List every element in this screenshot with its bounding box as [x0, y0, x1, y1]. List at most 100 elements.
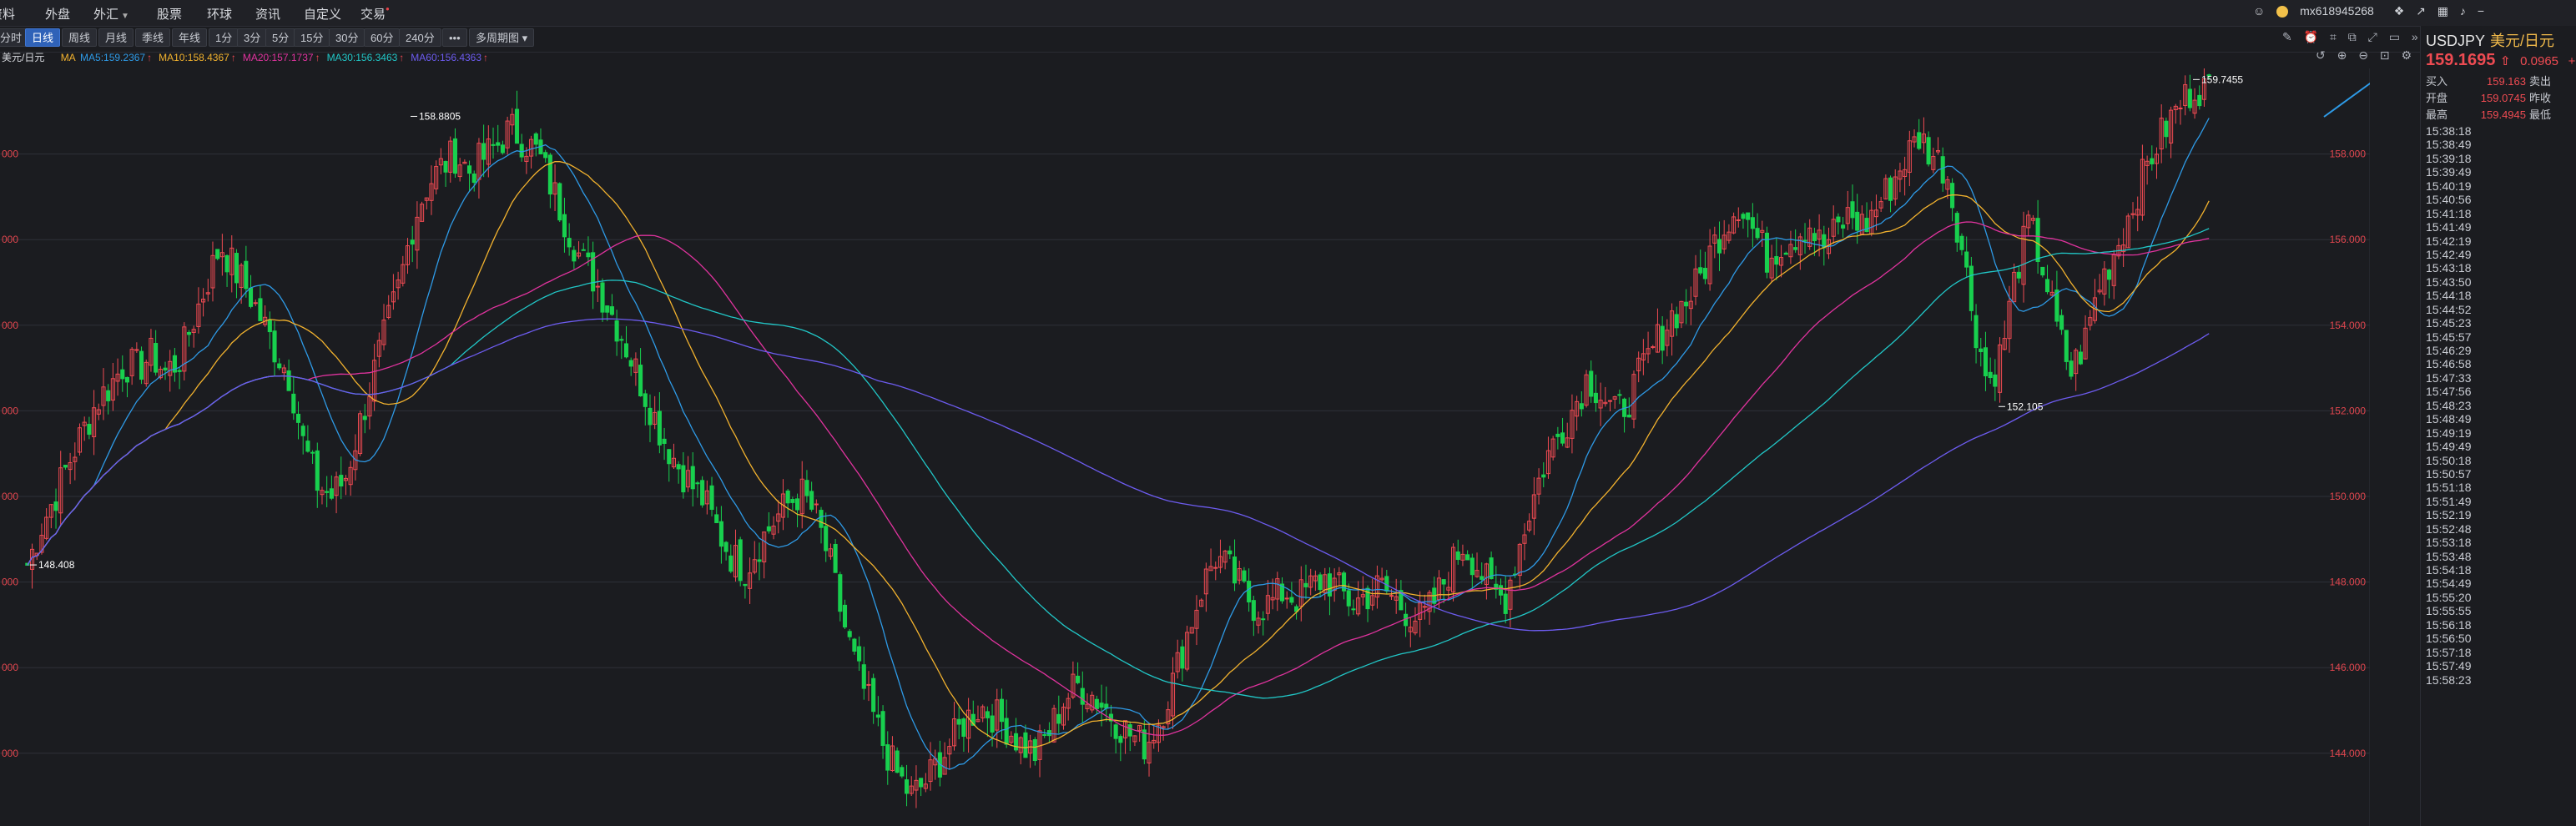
candle-body	[1004, 718, 1009, 745]
timeframe-button[interactable]: 季线	[135, 28, 171, 47]
timeframe-toolbar: 分时 日线 周线 月线 季线 年线 1分 3分 5分 15分 30分 60分 240分 ••• 多周期图 ▾	[0, 26, 2420, 53]
stats-icon[interactable]: ▦	[2437, 4, 2448, 18]
undo-icon[interactable]: ↺	[2316, 48, 2326, 62]
menu-item[interactable]: 环球	[207, 5, 232, 23]
timeframe-button[interactable]: 月线	[98, 28, 134, 47]
candle-body	[1959, 235, 1964, 250]
tick-time: 15:39:18	[2426, 151, 2472, 165]
candle-body	[2044, 279, 2050, 293]
timeframe-button[interactable]: 240分	[399, 28, 441, 47]
candle-body	[999, 698, 1005, 723]
tick-time: 15:57:18	[2426, 645, 2472, 659]
robot-icon[interactable]: ☺	[2253, 4, 2265, 18]
alarm-icon[interactable]: ⏰	[2304, 30, 2318, 43]
candle-body	[1351, 608, 1356, 611]
pencil-icon[interactable]: ✎	[2282, 30, 2292, 43]
timeframe-button[interactable]: 5分	[265, 28, 296, 47]
menu-item[interactable]: 股票	[157, 5, 182, 23]
copy-icon[interactable]: ⧉	[2348, 30, 2357, 43]
chevron-right-icon[interactable]: »	[2412, 30, 2418, 43]
ma60-line	[27, 318, 2210, 632]
candle-body	[258, 298, 263, 321]
candle-body	[1127, 724, 1132, 737]
settings-icon[interactable]: ⚙	[2402, 48, 2412, 62]
candle-body	[667, 449, 672, 465]
candle-body	[1954, 213, 1959, 243]
camera-icon[interactable]: ⌗	[2330, 30, 2337, 43]
menu-item-label: 环球	[207, 8, 233, 22]
lock-icon[interactable]: ⊡	[2380, 48, 2390, 62]
tick-time: 15:48:49	[2426, 412, 2472, 426]
candle-body	[961, 718, 966, 738]
more-button[interactable]: •••	[442, 28, 467, 47]
menu-item[interactable]: 资料	[0, 5, 15, 23]
timeframe-button[interactable]: 分时	[0, 28, 29, 47]
candle-body	[1232, 557, 1238, 584]
candle-body	[277, 363, 282, 369]
candle-body	[1465, 554, 1470, 561]
candle-body	[1750, 217, 1755, 229]
window-icon[interactable]: ▭	[2389, 30, 2400, 43]
candle-body	[819, 510, 824, 528]
candle-body	[1113, 724, 1118, 739]
candle-body	[2178, 108, 2183, 110]
timeframe-button[interactable]: 1分	[209, 28, 239, 47]
menu-item[interactable]: 资讯	[255, 5, 280, 23]
layers-icon[interactable]: ❖	[2394, 4, 2405, 18]
candle-body	[985, 711, 990, 718]
tick-time: 15:49:49	[2426, 440, 2472, 454]
tick-time: 15:54:49	[2426, 577, 2472, 591]
timeframe-button[interactable]: 30分	[329, 28, 365, 47]
candle-body	[1541, 474, 1546, 478]
menu-item[interactable]: 交易●	[360, 5, 390, 23]
up-arrow-icon: ↑	[315, 52, 320, 63]
y-tick-label: 156.000	[2330, 234, 2367, 245]
avatar	[2276, 6, 2289, 18]
tick-time: 15:44:18	[2426, 289, 2472, 303]
candle-body	[847, 631, 852, 637]
minimize-icon[interactable]: −	[2478, 4, 2484, 18]
tick-time: 15:54:18	[2426, 563, 2472, 577]
candle-body	[723, 541, 728, 552]
menu-item-label: 外汇	[93, 8, 119, 22]
timeframe-button[interactable]: 60分	[364, 28, 401, 47]
multi-period-dropdown[interactable]: 多周期图 ▾	[469, 28, 535, 47]
candlestick-chart[interactable]: 158.000 000 156.000 000 154.000 000 152.000 000…	[0, 68, 2370, 826]
candle-body	[2059, 315, 2064, 330]
timeframe-button[interactable]: 日线	[25, 28, 61, 47]
candle-body	[809, 491, 814, 510]
menu-item[interactable]: 自定义	[304, 5, 341, 23]
timeframe-button[interactable]: 周线	[62, 28, 98, 47]
bell-icon[interactable]: ♪	[2460, 4, 2466, 18]
share-icon[interactable]: ↗	[2416, 4, 2426, 18]
candle-body	[1969, 265, 1974, 311]
menu-item[interactable]: 外汇 ▼	[93, 5, 129, 23]
candle-body	[234, 253, 239, 284]
tick-time: 15:38:18	[2426, 124, 2472, 138]
timeframe-button[interactable]: 15分	[294, 28, 330, 47]
tick-time: 15:47:33	[2426, 370, 2472, 385]
timeframe-button[interactable]: 年线	[172, 28, 208, 47]
price-value: 159.1695	[2426, 51, 2496, 69]
price-change: 0.0965	[2520, 54, 2559, 68]
zoom-in-icon[interactable]: ⊕	[2337, 48, 2347, 62]
zoom-out-icon[interactable]: ⊖	[2358, 48, 2368, 62]
tick-time: 15:42:49	[2426, 247, 2472, 261]
candle-body	[2187, 88, 2192, 108]
timeframe-button[interactable]: 3分	[237, 28, 268, 47]
menu-item-label: 自定义	[304, 8, 342, 22]
ma-label: MA	[60, 52, 76, 63]
candle-body	[1056, 713, 1061, 724]
candle-body	[919, 778, 924, 788]
expand-icon[interactable]: ⤢	[2368, 30, 2377, 43]
candle-body	[567, 238, 572, 248]
up-arrow-icon: ↑	[483, 52, 489, 63]
candle-body	[681, 465, 686, 493]
candle-body	[871, 677, 876, 713]
y-tick-label-left: 000	[2, 405, 18, 416]
candle-body	[300, 426, 305, 436]
user-area[interactable]: mx618945268	[2276, 4, 2386, 18]
candle-body	[362, 416, 367, 421]
candle-body	[880, 711, 885, 746]
menu-item[interactable]: 外盘	[45, 5, 70, 23]
